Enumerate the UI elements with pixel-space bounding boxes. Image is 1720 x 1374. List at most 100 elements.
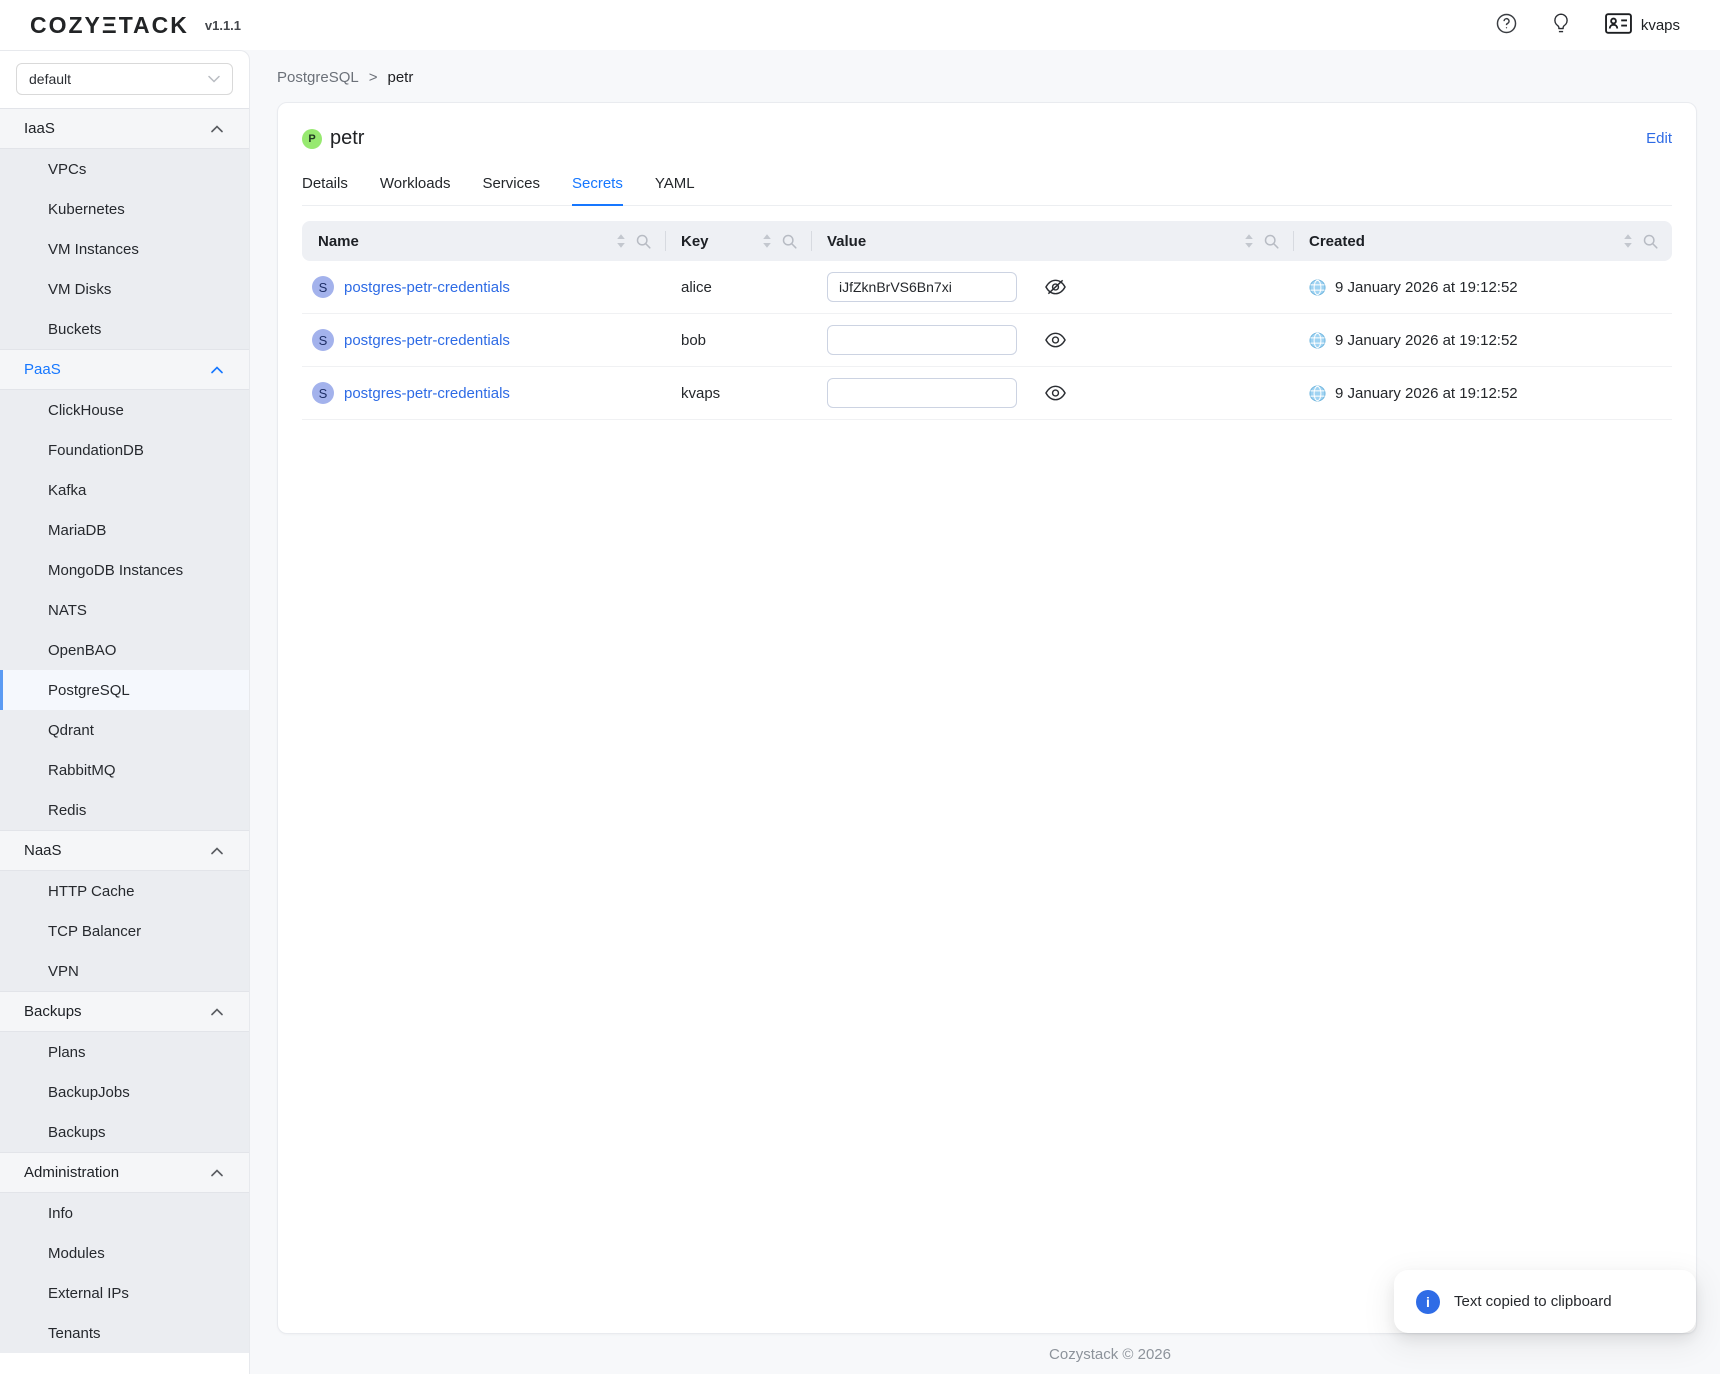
- sidebar-item-vm-instances[interactable]: VM Instances: [0, 229, 249, 269]
- user-menu[interactable]: kvaps: [1605, 13, 1680, 38]
- secret-value-input[interactable]: [827, 378, 1017, 408]
- lightbulb-icon: [1553, 13, 1569, 38]
- sidebar-item-label: Kafka: [48, 482, 86, 499]
- sidebar-item-nats[interactable]: NATS: [0, 590, 249, 630]
- sidebar-item-postgresql[interactable]: PostgreSQL: [0, 670, 249, 710]
- secret-value-input[interactable]: [827, 325, 1017, 355]
- secret-name-link[interactable]: postgres-petr-credentials: [344, 385, 510, 402]
- sidebar-item-backupjobs[interactable]: BackupJobs: [0, 1072, 249, 1112]
- sidebar-item-mariadb[interactable]: MariaDB: [0, 510, 249, 550]
- table-body: Spostgres-petr-credentialsalice9 January…: [302, 261, 1672, 420]
- tenant-selector[interactable]: default: [16, 63, 233, 95]
- sort-icon[interactable]: [762, 233, 772, 249]
- sidebar-item-label: Kubernetes: [48, 201, 125, 218]
- globe-icon: [1309, 279, 1326, 296]
- reveal-value-button[interactable]: [1045, 279, 1066, 295]
- sidebar-item-label: Plans: [48, 1044, 86, 1061]
- section-items: ClickHouseFoundationDB Kafka MariaDB MongoD…: [0, 390, 249, 830]
- sidebar-section-header-administration[interactable]: Administration: [0, 1152, 249, 1193]
- tab-details[interactable]: Details: [302, 175, 348, 205]
- cell-key: kvaps: [665, 367, 811, 419]
- avatar: P: [302, 129, 322, 149]
- breadcrumb-parent[interactable]: PostgreSQL: [277, 69, 359, 86]
- sidebar-section-header-backups[interactable]: Backups: [0, 991, 249, 1032]
- cell-key: bob: [665, 314, 811, 366]
- sidebar-item-foundationdb[interactable]: FoundationDB: [0, 430, 249, 470]
- sidebar-item-label: MariaDB: [48, 522, 106, 539]
- sidebar-item-buckets[interactable]: Buckets: [0, 309, 249, 349]
- sidebar-item-label: Buckets: [48, 321, 101, 338]
- secret-name-link[interactable]: postgres-petr-credentials: [344, 332, 510, 349]
- secret-name-link[interactable]: postgres-petr-credentials: [344, 279, 510, 296]
- tab-workloads[interactable]: Workloads: [380, 175, 451, 205]
- sort-icon[interactable]: [1244, 233, 1254, 249]
- sidebar-item-qdrant[interactable]: Qdrant: [0, 710, 249, 750]
- section-label: Administration: [24, 1164, 119, 1181]
- edit-button[interactable]: Edit: [1646, 130, 1672, 147]
- secret-key: kvaps: [681, 385, 720, 402]
- chevron-up-icon: [211, 125, 223, 133]
- sidebar-section-header-iaas[interactable]: IaaS: [0, 108, 249, 149]
- secret-badge: S: [312, 329, 334, 351]
- breadcrumb-separator: >: [369, 69, 378, 86]
- sidebar-item-kafka[interactable]: Kafka: [0, 470, 249, 510]
- sidebar-item-vpcs[interactable]: VPCs: [0, 149, 249, 189]
- sidebar-item-tenants[interactable]: Tenants: [0, 1313, 249, 1353]
- cell-value: [811, 261, 1293, 313]
- sidebar-item-http-cache[interactable]: HTTP Cache: [0, 871, 249, 911]
- table-row: Spostgres-petr-credentialsalice9 January…: [302, 261, 1672, 314]
- sidebar-item-clickhouse[interactable]: ClickHouse: [0, 390, 249, 430]
- sidebar-item-label: MongoDB Instances: [48, 562, 183, 579]
- created-timestamp: 9 January 2026 at 19:12:52: [1335, 279, 1518, 296]
- sidebar-item-label: VPCs: [48, 161, 86, 178]
- sidebar-item-label: VM Disks: [48, 281, 111, 298]
- help-icon: [1496, 13, 1517, 37]
- sidebar-section-header-paas[interactable]: PaaS: [0, 349, 249, 390]
- sidebar-item-modules[interactable]: Modules: [0, 1233, 249, 1273]
- sidebar-item-plans[interactable]: Plans: [0, 1032, 249, 1072]
- sidebar-item-label: PostgreSQL: [48, 682, 130, 699]
- sidebar-item-info[interactable]: Info: [0, 1193, 249, 1233]
- sidebar: default IaaS VPCs Kubernetes VM Instances VM…: [0, 50, 250, 1374]
- sidebar-item-label: Backups: [48, 1124, 106, 1141]
- secret-badge: S: [312, 276, 334, 298]
- username: kvaps: [1641, 17, 1680, 34]
- reveal-value-button[interactable]: [1045, 332, 1066, 348]
- column-tools: [616, 233, 665, 249]
- search-icon[interactable]: [636, 234, 651, 249]
- tab-yaml[interactable]: YAML: [655, 175, 695, 205]
- cell-name: Spostgres-petr-credentials: [302, 261, 665, 313]
- sort-icon[interactable]: [616, 233, 626, 249]
- reveal-value-button[interactable]: [1045, 385, 1066, 401]
- search-icon[interactable]: [782, 234, 797, 249]
- tab-secrets[interactable]: Secrets: [572, 175, 623, 205]
- sidebar-item-backups[interactable]: Backups: [0, 1112, 249, 1152]
- footer-copyright: Cozystack © 2026: [1049, 1346, 1171, 1363]
- cell-key: alice: [665, 261, 811, 313]
- sort-icon[interactable]: [1623, 233, 1633, 249]
- sidebar-item-redis[interactable]: Redis: [0, 790, 249, 830]
- section-label: PaaS: [24, 361, 61, 378]
- sidebar-item-vm-disks[interactable]: VM Disks: [0, 269, 249, 309]
- help-button[interactable]: [1496, 13, 1517, 37]
- eye-icon: [1045, 385, 1066, 401]
- secret-value-input[interactable]: [827, 272, 1017, 302]
- sidebar-item-tcp-balancer[interactable]: TCP Balancer: [0, 911, 249, 951]
- tab-services[interactable]: Services: [482, 175, 540, 205]
- sidebar-item-label: Info: [48, 1205, 73, 1222]
- search-icon[interactable]: [1643, 234, 1658, 249]
- search-icon[interactable]: [1264, 234, 1279, 249]
- sidebar-item-openbao[interactable]: OpenBAO: [0, 630, 249, 670]
- table-header-row: NameKeyValueCreated: [302, 221, 1672, 261]
- sidebar-item-label: NATS: [48, 602, 87, 619]
- theme-toggle-button[interactable]: [1553, 13, 1569, 38]
- cell-name: Spostgres-petr-credentials: [302, 314, 665, 366]
- column-header-created: Created: [1293, 221, 1672, 261]
- globe-icon: [1309, 332, 1326, 349]
- sidebar-item-kubernetes[interactable]: Kubernetes: [0, 189, 249, 229]
- sidebar-item-rabbitmq[interactable]: RabbitMQ: [0, 750, 249, 790]
- sidebar-item-mongodb-instances[interactable]: MongoDB Instances: [0, 550, 249, 590]
- sidebar-section-header-naas[interactable]: NaaS: [0, 830, 249, 871]
- sidebar-item-vpn[interactable]: VPN: [0, 951, 249, 991]
- sidebar-item-external-ips[interactable]: External IPs: [0, 1273, 249, 1313]
